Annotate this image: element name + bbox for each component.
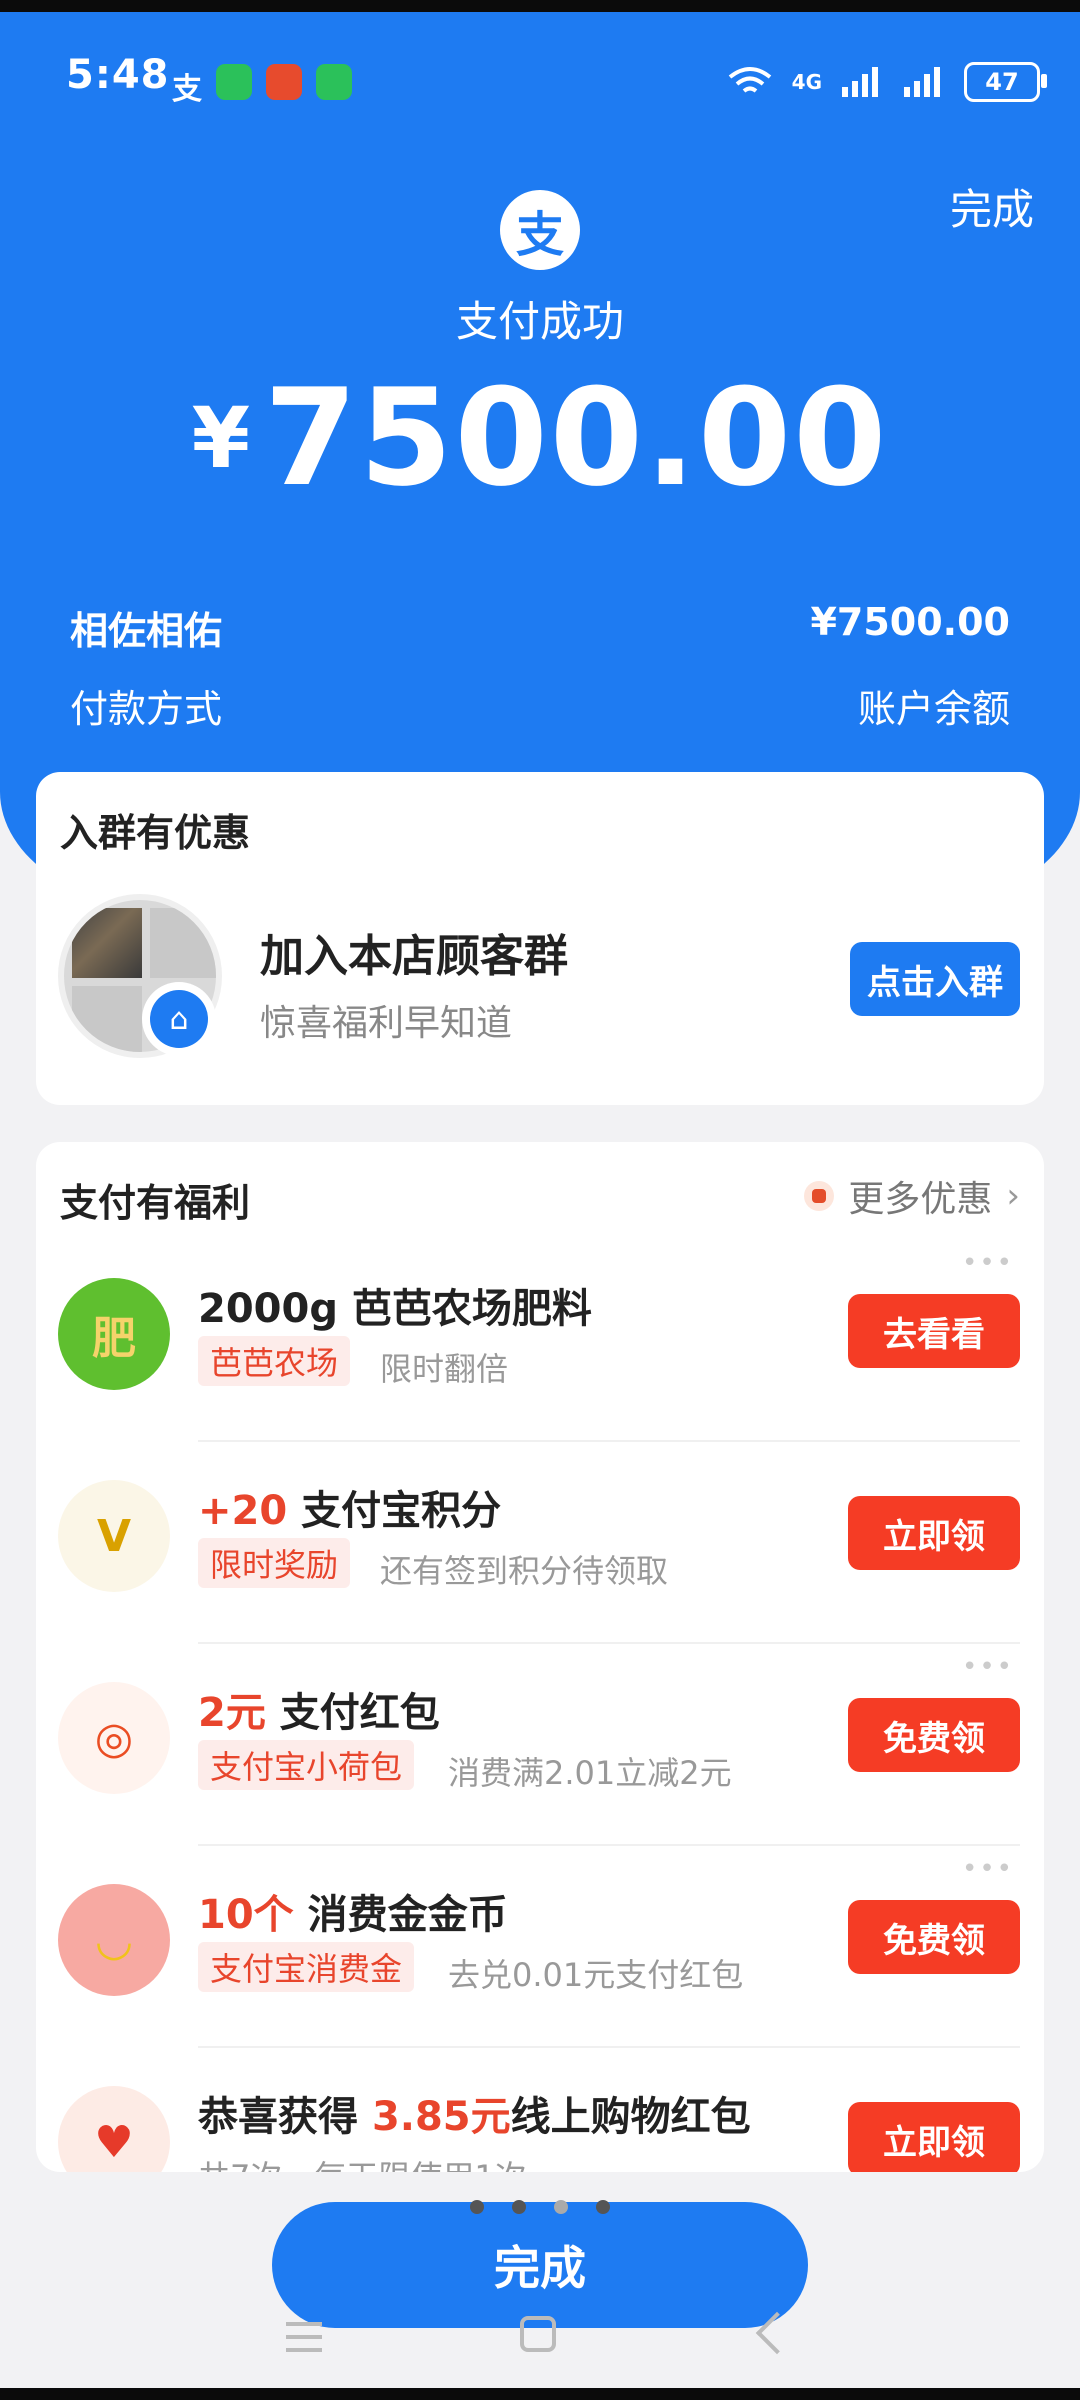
group-avatar-tile [150, 908, 216, 978]
join-group-button[interactable]: 点击入群 [850, 942, 1020, 1016]
page-dot-active [554, 2200, 568, 2214]
payment-method-value: 账户余额 [857, 687, 1010, 731]
app-notification-icon [266, 64, 302, 100]
home-icon[interactable] [520, 2316, 556, 2352]
benefit-desc: 还有签到积分待领取 [380, 1552, 669, 1590]
benefit-title: 2000g 芭芭农场肥料 [198, 1276, 592, 1334]
group-offer-card: 入群有优惠 ⌂ 加入本店顾客群 惊喜福利早知道 点击入群 [36, 772, 1044, 1105]
battery-icon: 47 [964, 62, 1047, 102]
more-offers-label: 更多优惠 [848, 1179, 993, 1220]
benefit-button-free[interactable]: 免费领 [848, 1698, 1020, 1772]
network-type: 4G [791, 70, 822, 94]
back-icon[interactable] [755, 2311, 799, 2355]
page-indicator [470, 2200, 610, 2214]
coin-icon: ◡ [58, 1884, 170, 1996]
benefit-title-prefix: 恭喜获得 [198, 2094, 372, 2140]
divider [198, 1844, 1020, 1846]
benefit-tag: 芭芭农场 [198, 1336, 351, 1386]
benefit-highlight: 2元 [198, 1690, 266, 1736]
benefit-desc: 限时翻倍 [380, 1350, 509, 1388]
benefits-card: 支付有福利 更多优惠 › 肥 2000g 芭芭农场肥料 芭芭农场 限时翻倍 去看… [36, 1142, 1044, 2172]
benefit-button-claim[interactable]: 立即领 [848, 1496, 1020, 1570]
system-nav-bar [0, 2300, 1080, 2388]
signal-icon-2 [904, 67, 940, 97]
status-bar: 5:48 支 4G 47 [0, 12, 1080, 132]
signal-icon [842, 67, 878, 97]
merchant-row: 相佐相佑 ¥7500.00 [70, 600, 1010, 655]
benefit-desc: 消费满2.01立减2元 [448, 1754, 732, 1792]
amount-value: 7500.00 [264, 360, 889, 516]
group-avatar-tile-2 [72, 986, 142, 1052]
benefit-desc: 共7次，每天限使用1次 [198, 2152, 527, 2172]
benefit-desc: 去兑0.01元支付红包 [448, 1956, 744, 1994]
benefit-tag: 支付宝小荷包 [198, 1740, 415, 1790]
wechat-notification-icon-2 [316, 64, 352, 100]
merchant-amount: ¥7500.00 [810, 600, 1010, 644]
top-bezel [0, 0, 1080, 12]
clock: 5:48 [66, 52, 170, 98]
chevron-right-icon: › [1006, 1176, 1020, 1216]
benefit-tag: 支付宝消费金 [198, 1942, 415, 1992]
join-group-subtitle: 惊喜福利早知道 [260, 1003, 513, 1044]
benefit-highlight: +20 [198, 1488, 288, 1534]
divider [198, 1440, 1020, 1442]
alipay-notification-icon: 支 [172, 72, 202, 107]
benefit-title: 恭喜获得 3.85元线上购物红包 [198, 2084, 751, 2142]
shopping-packet-icon: ♥ [58, 2086, 170, 2172]
status-icons: 4G 47 [726, 62, 1047, 102]
red-packet-icon: ◎ [58, 1682, 170, 1794]
benefit-tag: 限时奖励 [198, 1538, 351, 1588]
benefit-title-text: 消费金金币 [293, 1892, 508, 1938]
payment-status-title: 支付成功 [455, 297, 624, 346]
group-avatar-photo [72, 908, 142, 978]
wifi-icon [728, 67, 771, 93]
page-dot [470, 2200, 484, 2214]
page-dot [596, 2200, 610, 2214]
wechat-notification-icon [216, 64, 252, 100]
divider [198, 2046, 1020, 2048]
bottom-bezel [0, 2388, 1080, 2400]
benefit-button-free[interactable]: 免费领 [848, 1900, 1020, 1974]
benefit-highlight: 3.85元 [371, 2094, 511, 2140]
points-icon: V [58, 1480, 170, 1592]
benefit-item: V +20 支付宝积分 限时奖励 还有签到积分待领取 立即领 [36, 1444, 1044, 1644]
benefit-title-text: 线上购物红包 [510, 2094, 751, 2140]
payment-method-label: 付款方式 [70, 687, 223, 731]
more-dots-icon[interactable]: ••• [962, 1854, 1014, 1884]
store-icon: ⌂ [150, 990, 208, 1048]
benefit-item: ♥ 恭喜获得 3.85元线上购物红包 共7次，每天限使用1次 立即领 [36, 2050, 1044, 2172]
alipay-logo-icon: 支 [500, 190, 580, 270]
benefit-title: +20 支付宝积分 [198, 1478, 501, 1536]
shop-badge-icon: ⌂ [142, 982, 216, 1056]
menu-icon[interactable] [286, 2322, 322, 2352]
group-card-title: 入群有优惠 [60, 811, 251, 855]
benefit-item: 肥 2000g 芭芭农场肥料 芭芭农场 限时翻倍 去看看 ••• [36, 1242, 1044, 1442]
payment-method-row: 付款方式 账户余额 [70, 678, 1010, 733]
page-dot [512, 2200, 526, 2214]
benefit-item: ◡ 10个 消费金金币 支付宝消费金 去兑0.01元支付红包 免费领 ••• [36, 1848, 1044, 2048]
benefit-button-claim[interactable]: 立即领 [848, 2102, 1020, 2172]
benefit-title: 10个 消费金金币 [198, 1882, 508, 1940]
done-link-top[interactable]: 完成 [950, 176, 1034, 237]
benefit-item: ◎ 2元 支付红包 支付宝小荷包 消费满2.01立减2元 免费领 ••• [36, 1646, 1044, 1846]
more-offers-link[interactable]: 更多优惠 › [804, 1170, 1020, 1222]
merchant-name: 相佐相佑 [70, 609, 223, 653]
benefit-title-text: 支付宝积分 [287, 1488, 502, 1534]
benefit-title: 2元 支付红包 [198, 1680, 440, 1738]
more-dots-icon[interactable]: ••• [962, 1248, 1014, 1278]
benefit-button-go-see[interactable]: 去看看 [848, 1294, 1020, 1368]
join-group-title: 加入本店顾客群 [260, 931, 568, 982]
currency-symbol: ¥ [191, 389, 251, 487]
battery-level: 47 [985, 68, 1019, 96]
divider [198, 1642, 1020, 1644]
offer-badge-icon [804, 1181, 835, 1211]
benefit-highlight: 10个 [198, 1892, 294, 1938]
payment-amount: ¥7500.00 [0, 360, 1080, 516]
more-dots-icon[interactable]: ••• [962, 1652, 1014, 1682]
benefit-title-text: 2000g 芭芭农场肥料 [198, 1286, 592, 1332]
benefits-title: 支付有福利 [60, 1181, 251, 1225]
benefit-title-text: 支付红包 [265, 1690, 440, 1736]
fertilizer-icon: 肥 [58, 1278, 170, 1390]
